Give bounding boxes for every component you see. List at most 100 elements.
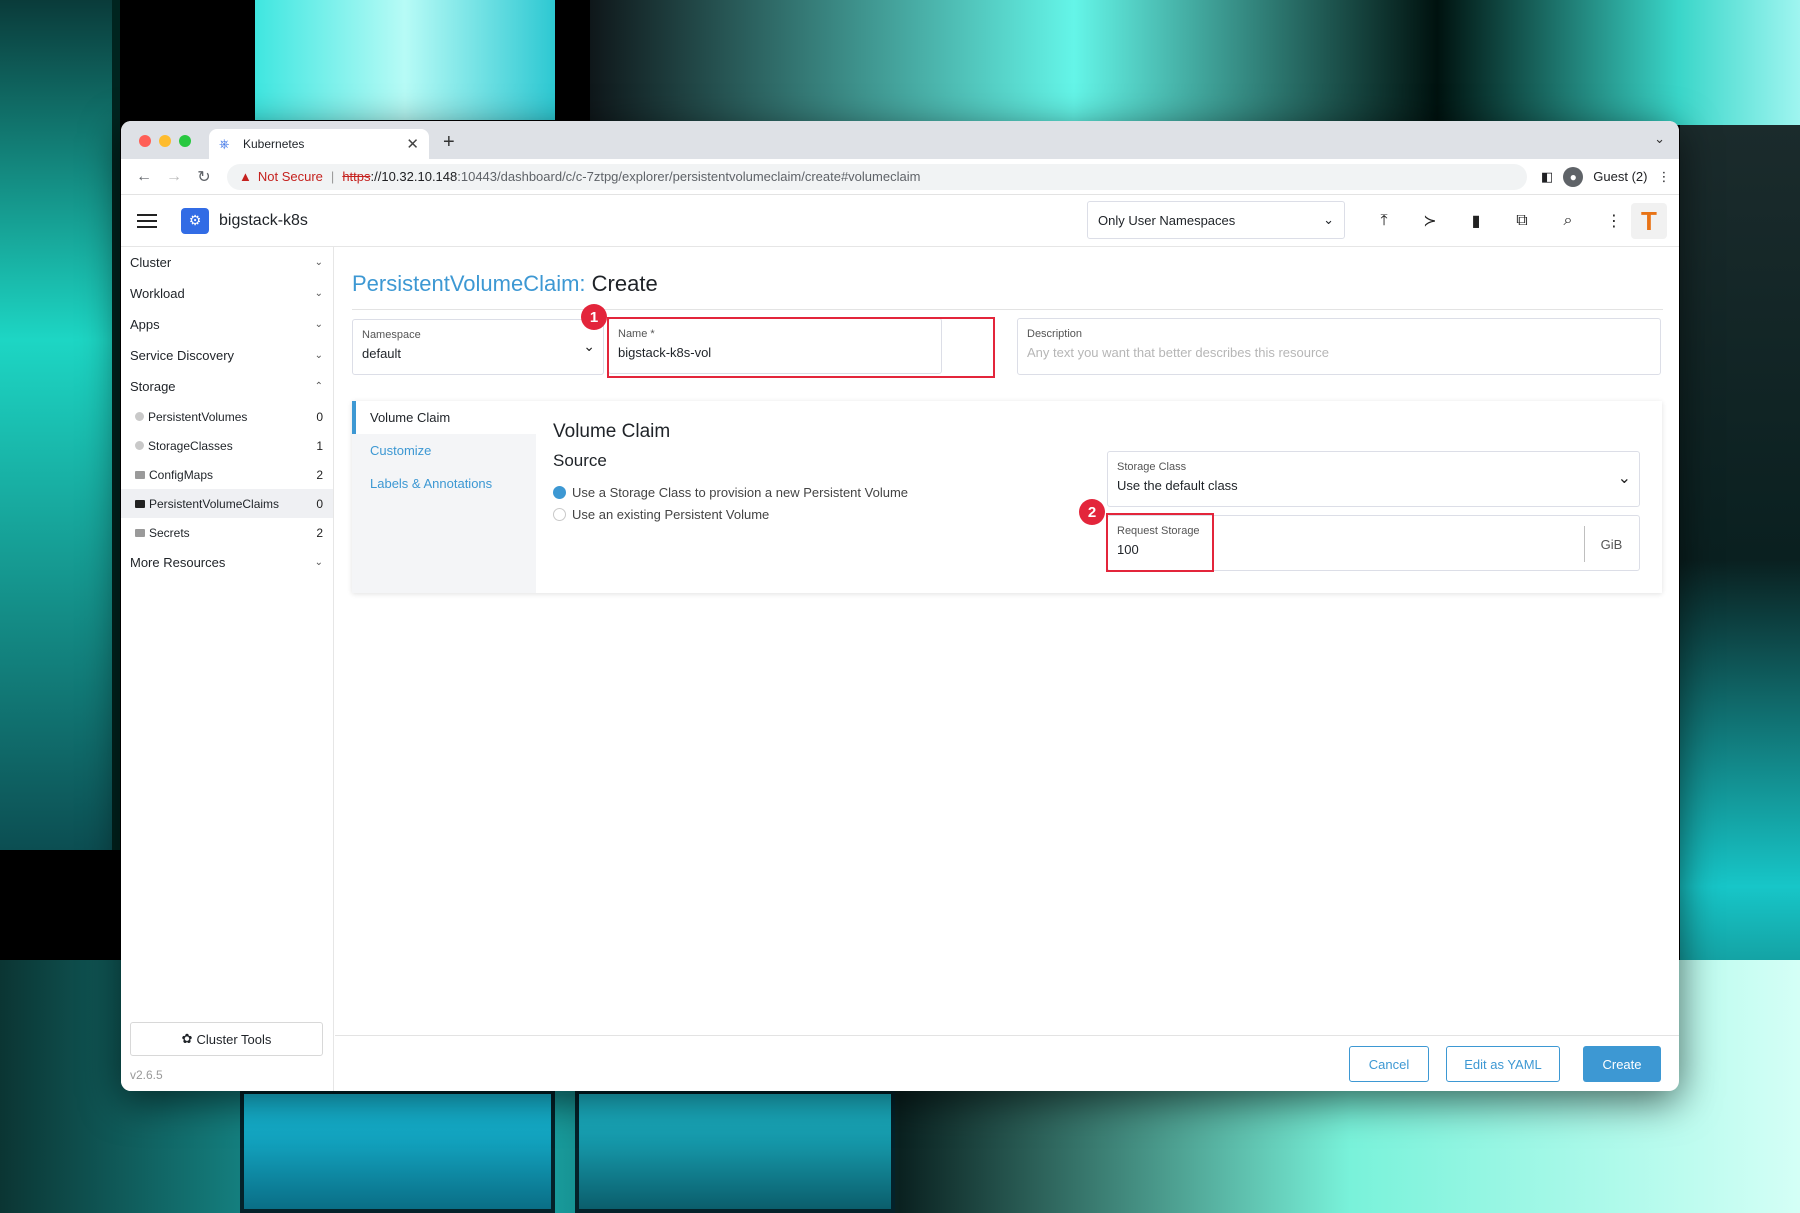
chevron-down-icon: ⌄ xyxy=(314,557,323,568)
cancel-button[interactable]: Cancel xyxy=(1349,1046,1429,1082)
tab-customize[interactable]: Customize xyxy=(352,434,536,467)
user-avatar[interactable]: T xyxy=(1631,203,1667,239)
sidebar-group-label: Cluster xyxy=(130,255,172,270)
tab-volume-claim[interactable]: Volume Claim xyxy=(352,401,536,434)
radio-storage-class[interactable]: Use a Storage Class to provision a new P… xyxy=(553,485,908,500)
circle-icon xyxy=(135,412,144,421)
highlight-box-request-storage xyxy=(1106,513,1214,572)
namespace-filter-select[interactable]: Only User Namespaces ⌄ xyxy=(1087,201,1345,239)
url-host: ://10.32.10.148 xyxy=(370,169,458,184)
chevron-down-icon: ⌄ xyxy=(314,288,323,299)
terminal-icon[interactable]: ≻ xyxy=(1407,211,1453,231)
browser-tab[interactable]: ⎈ Kubernetes ✕ xyxy=(209,129,429,159)
title-divider xyxy=(352,309,1663,310)
sidebar-item-count: 1 xyxy=(316,438,323,453)
warning-icon: ▲ xyxy=(239,169,252,184)
tab-title: Kubernetes xyxy=(243,137,305,151)
sidebar-group-service-discovery[interactable]: Service Discovery ⌄ xyxy=(121,340,333,371)
step-badge: 2 xyxy=(1079,499,1105,525)
copy-config-icon[interactable]: ⧉ xyxy=(1499,212,1545,230)
source-title: Source xyxy=(553,451,607,470)
upload-icon[interactable]: ⤒ xyxy=(1361,212,1407,230)
edit-as-yaml-button[interactable]: Edit as YAML xyxy=(1446,1046,1560,1082)
browser-toolbar-right: ◧ ● Guest (2) ⋮ xyxy=(1541,166,1670,187)
folder-icon xyxy=(135,470,145,479)
sidebar-group-label: More Resources xyxy=(130,555,226,570)
sidebar: Cluster ⌄ Workload ⌄ Apps ⌄ Service Discove… xyxy=(121,247,334,1091)
app-body: Cluster ⌄ Workload ⌄ Apps ⌄ Service Discove… xyxy=(121,247,1679,1091)
card-tabs: Volume Claim Customize Labels & Annotati… xyxy=(352,401,536,593)
description-placeholder: Any text you want that better describes … xyxy=(1027,345,1330,360)
radio-unselected-icon xyxy=(553,508,566,521)
close-tab-icon[interactable]: ✕ xyxy=(406,135,419,153)
chevron-up-icon: ⌃ xyxy=(314,381,323,392)
sidebar-group-label: Workload xyxy=(130,286,185,301)
create-button[interactable]: Create xyxy=(1583,1046,1661,1082)
browser-window: ⎈ Kubernetes ✕ + ⌄ ← → ↻ ▲ Not Secure | … xyxy=(121,121,1679,1091)
sidebar-group-more-resources[interactable]: More Resources ⌄ xyxy=(121,547,333,578)
file-icon[interactable]: ▮ xyxy=(1453,211,1499,231)
url-field[interactable]: ▲ Not Secure | https ://10.32.10.148 :10… xyxy=(227,163,1527,190)
browser-menu-icon[interactable]: ⋮ xyxy=(1657,169,1670,185)
sidebar-item-label: ConfigMaps xyxy=(149,467,214,482)
chevron-down-icon: ⌄ xyxy=(1617,470,1631,487)
menu-icon[interactable] xyxy=(137,210,157,232)
radio-existing-volume[interactable]: Use an existing Persistent Volume xyxy=(553,507,769,522)
description-field[interactable]: Description Any text you want that bette… xyxy=(1017,318,1661,375)
reload-icon[interactable]: ↻ xyxy=(189,167,219,187)
chevron-down-icon[interactable]: ⌄ xyxy=(1654,131,1665,147)
section-title: Volume Claim xyxy=(553,421,671,442)
tab-bar: ⎈ Kubernetes ✕ + ⌄ xyxy=(121,121,1679,159)
sidebar-group-cluster[interactable]: Cluster ⌄ xyxy=(121,247,333,278)
highlight-box-name xyxy=(607,317,995,378)
sidebar-item-secrets[interactable]: Secrets 2 xyxy=(121,518,333,547)
cluster-tools-button[interactable]: ✿ Cluster Tools xyxy=(130,1022,323,1056)
sidepanel-icon[interactable]: ◧ xyxy=(1541,169,1553,185)
storage-class-label: Storage Class xyxy=(1117,461,1187,473)
app-header: ⚙ bigstack-k8s Only User Namespaces ⌄ ⤒ … xyxy=(121,195,1679,247)
description-label: Description xyxy=(1027,328,1083,340)
namespace-label: Namespace xyxy=(362,329,421,341)
storage-class-value: Use the default class xyxy=(1117,478,1238,493)
sidebar-group-label: Service Discovery xyxy=(130,348,235,363)
profile-name[interactable]: Guest (2) xyxy=(1593,169,1647,184)
url-separator: | xyxy=(330,169,335,184)
sidebar-item-storageclasses[interactable]: StorageClasses 1 xyxy=(121,431,333,460)
sidebar-item-label: Secrets xyxy=(149,525,190,540)
sidebar-group-apps[interactable]: Apps ⌄ xyxy=(121,309,333,340)
sidebar-item-persistentvolumeclaims[interactable]: PersistentVolumeClaims 0 xyxy=(121,489,333,518)
radio-label: Use an existing Persistent Volume xyxy=(572,507,770,522)
namespace-filter-value: Only User Namespaces xyxy=(1098,212,1236,228)
header-actions: ⤒ ≻ ▮ ⧉ ⌕ ⋮ xyxy=(1361,195,1637,247)
minimize-window-button[interactable] xyxy=(159,135,171,147)
sidebar-item-persistentvolumes[interactable]: PersistentVolumes 0 xyxy=(121,402,333,431)
card-body: Volume Claim Source Use a Storage Class … xyxy=(536,401,1662,593)
back-icon[interactable]: ← xyxy=(129,168,159,186)
storage-class-select[interactable]: Storage Class Use the default class ⌄ xyxy=(1107,451,1640,507)
new-tab-button[interactable]: + xyxy=(443,131,455,154)
chevron-down-icon: ⌄ xyxy=(314,319,323,330)
namespace-value: default xyxy=(362,346,402,361)
step-badge: 1 xyxy=(581,304,607,330)
security-label: Not Secure xyxy=(257,169,323,184)
sidebar-item-configmaps[interactable]: ConfigMaps 2 xyxy=(121,460,333,489)
radio-selected-icon xyxy=(553,486,566,499)
chevron-down-icon: ⌄ xyxy=(1323,212,1334,227)
forward-icon[interactable]: → xyxy=(159,168,189,186)
window-controls xyxy=(139,135,191,147)
profile-avatar-icon[interactable]: ● xyxy=(1563,166,1584,187)
chevron-down-icon: ⌄ xyxy=(583,338,595,354)
search-icon[interactable]: ⌕ xyxy=(1545,212,1591,230)
namespace-select[interactable]: Namespace default ⌄ xyxy=(352,319,604,375)
sidebar-group-storage[interactable]: Storage ⌃ xyxy=(121,371,333,402)
sidebar-group-workload[interactable]: Workload ⌄ xyxy=(121,278,333,309)
tab-labels-annotations[interactable]: Labels & Annotations xyxy=(352,467,536,500)
sidebar-item-label: StorageClasses xyxy=(148,438,233,453)
url-path: :10443/dashboard/c/c-7ztpg/explorer/pers… xyxy=(457,169,921,184)
close-window-button[interactable] xyxy=(139,135,151,147)
sidebar-item-count: 2 xyxy=(316,467,323,482)
sidebar-group-label: Apps xyxy=(130,317,160,332)
page-title-resource[interactable]: PersistentVolumeClaim: xyxy=(352,271,586,296)
volume-claim-card: Volume Claim Customize Labels & Annotati… xyxy=(352,401,1662,593)
maximize-window-button[interactable] xyxy=(179,135,191,147)
